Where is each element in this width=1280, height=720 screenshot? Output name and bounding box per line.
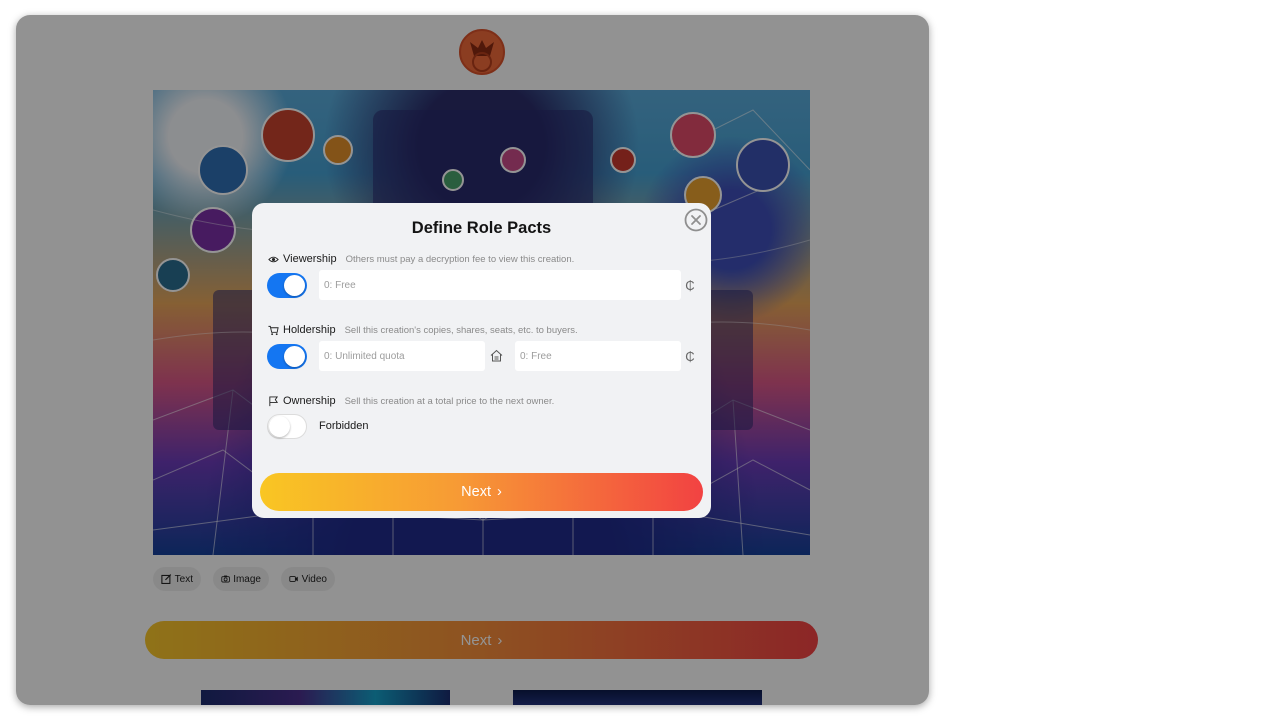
holdership-description: Sell this creation's copies, shares, sea…: [344, 324, 578, 336]
viewership-price-input[interactable]: [319, 270, 681, 300]
ownership-label: Ownership: [283, 395, 336, 407]
dialog-next-button[interactable]: Next ›: [260, 473, 703, 511]
toggle-knob: [269, 416, 290, 437]
holdership-quota-input[interactable]: [319, 341, 485, 371]
toggle-knob: [284, 275, 305, 296]
flag-icon: [269, 395, 279, 406]
toggle-knob: [284, 346, 305, 367]
holdership-label: Holdership: [283, 324, 336, 336]
viewership-currency-unit: ₵: [685, 278, 695, 293]
viewership-header: Viewership Others must pay a decryption …: [268, 253, 574, 265]
close-icon[interactable]: [684, 208, 708, 232]
viewership-toggle[interactable]: [267, 273, 307, 298]
dialog-title: Define Role Pacts: [411, 219, 552, 237]
ownership-description: Sell this creation at a total price to t…: [344, 395, 555, 407]
chevron-right-icon: ›: [496, 484, 502, 500]
viewership-label: Viewership: [283, 253, 337, 265]
ownership-toggle[interactable]: [267, 414, 307, 439]
holdership-toggle[interactable]: [267, 344, 307, 369]
viewership-description: Others must pay a decryption fee to view…: [345, 253, 575, 265]
ownership-status: Forbidden: [319, 420, 369, 432]
dialog-next-label: Next: [461, 484, 491, 500]
role-pacts-dialog: Define Role Pacts Viewership Others must…: [252, 203, 711, 518]
ownership-header: Ownership Sell this creation at a total …: [268, 395, 554, 407]
holdership-price-input[interactable]: [515, 341, 681, 371]
eye-icon: [268, 256, 279, 262]
quota-home-icon: [490, 349, 503, 362]
cart-icon: [268, 325, 279, 335]
holdership-header: Holdership Sell this creation's copies, …: [268, 324, 578, 336]
holdership-currency-unit: ₵: [685, 349, 695, 364]
